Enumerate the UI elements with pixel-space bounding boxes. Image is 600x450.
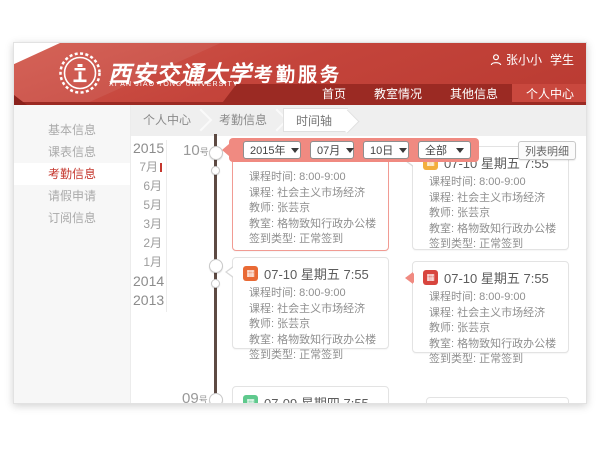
period-july[interactable]: 7月 — [133, 158, 162, 177]
breadcrumb-attendance-info[interactable]: 考勤信息 — [207, 108, 283, 132]
timeline-node — [209, 259, 223, 273]
period-2014[interactable]: 2014 — [133, 272, 162, 291]
timeline-node — [211, 279, 220, 288]
period-2015[interactable]: 2015 — [133, 139, 162, 158]
calendar-red-icon — [423, 270, 438, 285]
university-name-en: XI'AN JIAO TONG UNIVERSITY — [109, 81, 239, 88]
period-column-divider — [166, 140, 167, 312]
filter-bar: 2015年 07月 10日 全部 — [229, 138, 479, 162]
service-title: 考勤服务 — [254, 60, 342, 87]
attendance-card[interactable] — [426, 397, 569, 404]
timeline-panel: 个人中心 考勤信息 时间轴 2015 7月 6月 5月 3月 2月 1月 201… — [131, 105, 587, 404]
ribbon-fold — [14, 95, 27, 105]
card-date: 07-10 星期五 7:55 — [264, 264, 369, 283]
period-may[interactable]: 5月 — [133, 196, 162, 215]
day-label-09: 09号 — [182, 390, 208, 404]
card-date: 07-09 星期四 7:55 — [264, 393, 369, 404]
sidebar: 基本信息 课表信息 考勤信息 请假申请 订阅信息 — [14, 105, 131, 404]
timeline-node — [209, 146, 223, 160]
calendar-green-icon — [243, 395, 258, 404]
day-select[interactable]: 10日 — [363, 141, 409, 159]
university-logo-icon — [58, 51, 102, 95]
period-january[interactable]: 1月 — [133, 253, 162, 272]
sidebar-item-subscription-info[interactable]: 订阅信息 — [14, 207, 130, 229]
period-february[interactable]: 2月 — [133, 234, 162, 253]
type-select[interactable]: 全部 — [418, 141, 471, 159]
current-month-marker — [160, 163, 162, 172]
breadcrumb-personal-center[interactable]: 个人中心 — [131, 108, 207, 132]
year-select[interactable]: 2015年 — [243, 141, 301, 159]
sidebar-item-schedule-info[interactable]: 课表信息 — [14, 141, 130, 163]
chevron-down-icon — [399, 148, 407, 153]
calendar-orange-icon — [243, 266, 258, 281]
user-info[interactable]: 张小小 学生 — [490, 51, 574, 68]
sidebar-item-attendance-info[interactable]: 考勤信息 — [14, 163, 130, 185]
day-label-10: 10号 — [183, 142, 209, 159]
card-tail — [405, 272, 413, 284]
period-june[interactable]: 6月 — [133, 177, 162, 196]
chevron-down-icon — [346, 148, 354, 153]
chevron-down-icon — [456, 148, 464, 153]
attendance-app: 西安交通大学 XI'AN JIAO TONG UNIVERSITY 考勤服务 张… — [0, 0, 600, 450]
list-detail-button[interactable]: 列表明细 — [518, 141, 576, 160]
user-role: 学生 — [550, 51, 574, 68]
attendance-card[interactable]: 07-10 星期五 7:55 课程时间: 8:00-9:00 课程: 社会主义市… — [232, 257, 389, 349]
attendance-card[interactable]: 07-09 星期四 7:55 — [232, 386, 389, 404]
sidebar-item-basic-info[interactable]: 基本信息 — [14, 119, 130, 141]
sidebar-item-leave-request[interactable]: 请假申请 — [14, 185, 130, 207]
content-area: 基本信息 课表信息 考勤信息 请假申请 订阅信息 个人中心 考勤信息 时间轴 2… — [14, 105, 587, 404]
month-select[interactable]: 07月 — [310, 141, 354, 159]
period-march[interactable]: 3月 — [133, 215, 162, 234]
header-banner: 西安交通大学 XI'AN JIAO TONG UNIVERSITY 考勤服务 张… — [14, 43, 587, 105]
card-tail — [225, 266, 233, 278]
attendance-card[interactable]: 07-10 星期五 7:55 课程时间: 8:00-9:00 课程: 社会主义市… — [412, 261, 569, 353]
period-2013[interactable]: 2013 — [133, 291, 162, 310]
card-date: 07-10 星期五 7:55 — [444, 268, 549, 287]
breadcrumb-timeline[interactable]: 时间轴 — [283, 108, 348, 132]
timeline-period-list: 2015 7月 6月 5月 3月 2月 1月 2014 2013 — [133, 139, 162, 310]
breadcrumb: 个人中心 考勤信息 时间轴 — [131, 105, 587, 136]
timeline-node — [209, 393, 223, 404]
chevron-down-icon — [291, 148, 299, 153]
timeline-node — [211, 166, 220, 175]
page-card: 西安交通大学 XI'AN JIAO TONG UNIVERSITY 考勤服务 张… — [13, 42, 587, 404]
person-icon — [490, 54, 502, 66]
user-name: 张小小 — [506, 51, 542, 68]
